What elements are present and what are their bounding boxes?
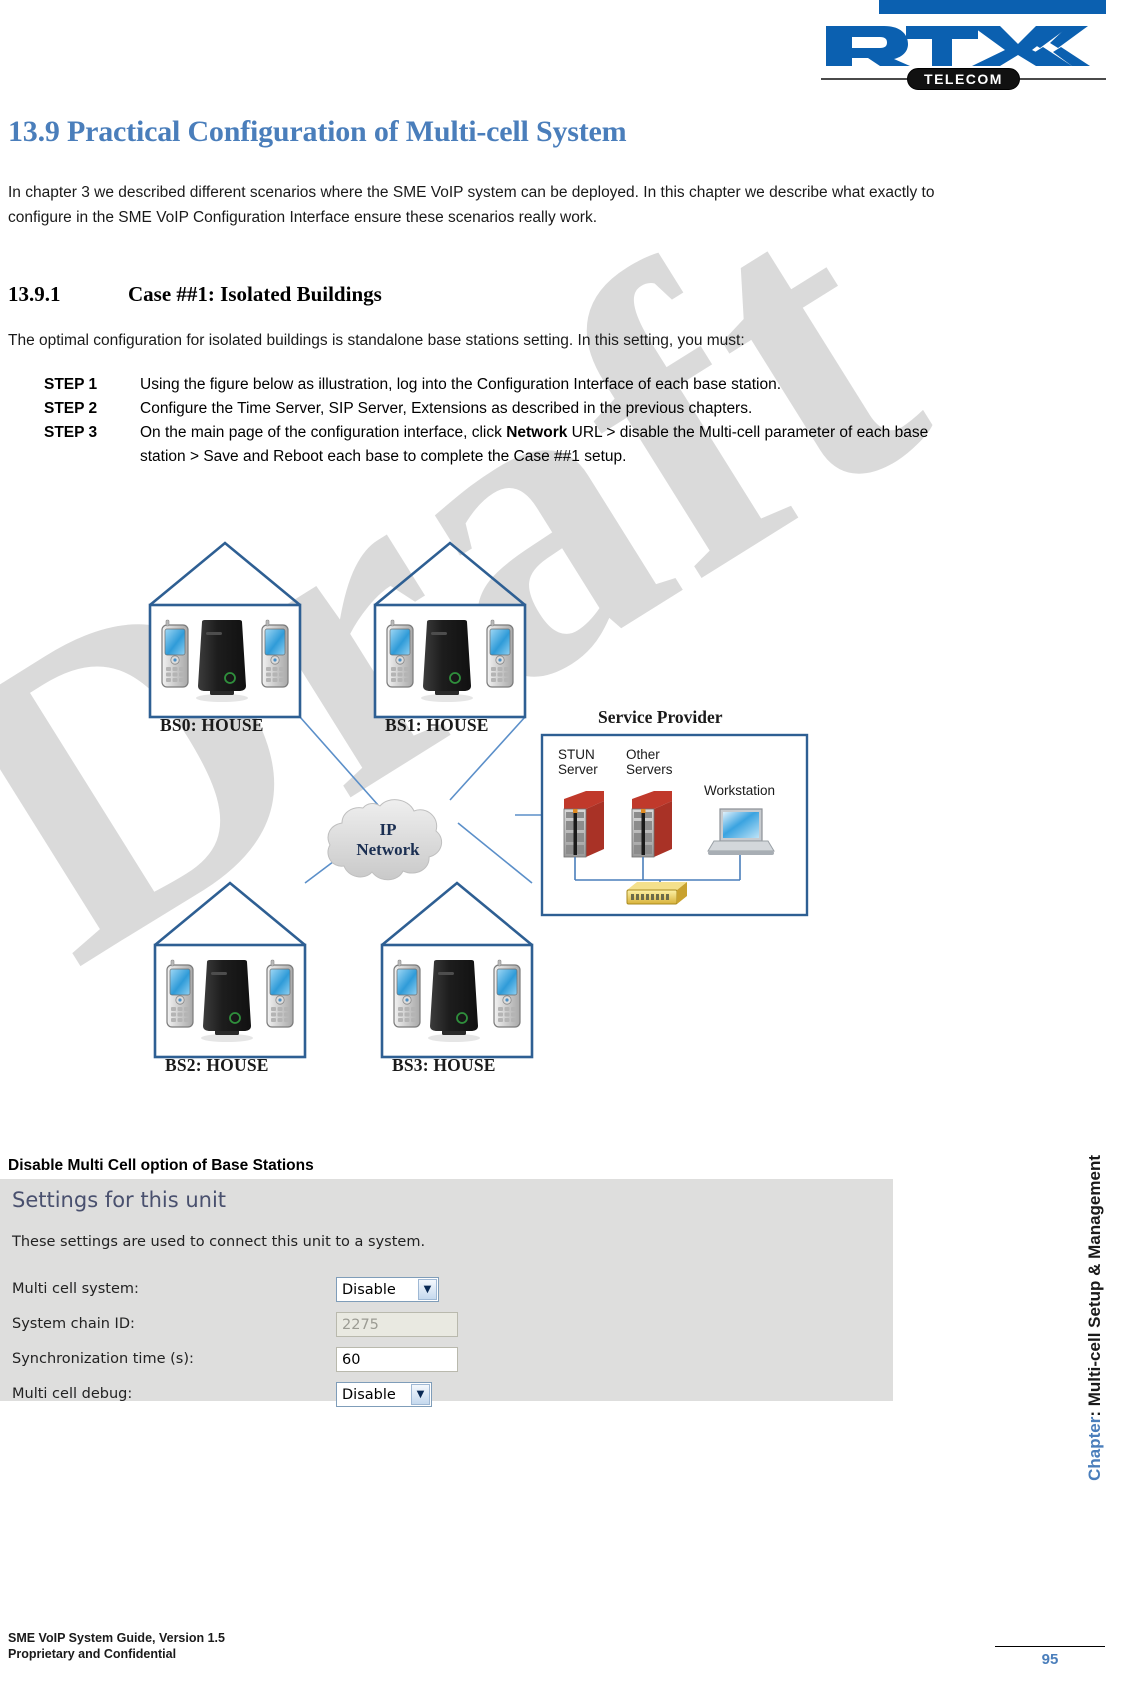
logo-rule-right xyxy=(1019,78,1107,80)
multi-cell-debug-select[interactable]: Disable Enable xyxy=(336,1382,432,1407)
subsection-title: Case ##1: Isolated Buildings xyxy=(128,282,382,306)
house-bs0 xyxy=(148,541,302,719)
system-chain-id-input[interactable] xyxy=(336,1312,458,1337)
footer: SME VoIP System Guide, Version 1.5 Propr… xyxy=(8,1630,225,1662)
section-number: 13.9 xyxy=(8,115,60,148)
house-bs1 xyxy=(373,541,527,719)
steps-list: STEP 1 Using the figure below as illustr… xyxy=(44,373,944,469)
settings-panel-description: These settings are used to connect this … xyxy=(12,1234,426,1250)
chapter-prefix: Chapter xyxy=(1085,1416,1104,1481)
network-topology-figure: BS0: HOUSE BS1: HOUSE BS2: HOUSE BS3: HO… xyxy=(120,525,850,1085)
stun-server-label: STUN Server xyxy=(558,747,598,777)
section-title: Practical Configuration of Multi-cell Sy… xyxy=(67,115,627,148)
subsection-intro: The optimal configuration for isolated b… xyxy=(8,332,745,349)
logo-blue-bar xyxy=(879,0,1106,14)
step-text-rich: On the main page of the configuration in… xyxy=(140,421,944,469)
house-bs3 xyxy=(380,881,534,1059)
step-text-bold: Network xyxy=(506,424,568,441)
synchronization-time-label: Synchronization time (s): xyxy=(12,1351,194,1367)
house-label-bs1: BS1: HOUSE xyxy=(385,715,489,735)
field-row-multi-cell-debug: Multi cell debug: Disable Enable ▼ xyxy=(12,1382,572,1410)
subsection-heading: 13.9.1 Case ##1: Isolated Buildings xyxy=(8,282,382,307)
diagram-canvas xyxy=(148,541,809,1059)
step-label: STEP 2 xyxy=(44,400,98,417)
multi-cell-system-label: Multi cell system: xyxy=(12,1281,139,1297)
logo-rule-left xyxy=(821,78,908,80)
chapter-text: : Multi-cell Setup & Management xyxy=(1085,1155,1104,1417)
step-text-before: On the main page of the configuration in… xyxy=(140,424,507,441)
step-item: STEP 2 Configure the Time Server, SIP Se… xyxy=(44,397,944,421)
rtx-wordmark-icon xyxy=(826,26,1090,66)
page-title: 13.9 Practical Configuration of Multi-ce… xyxy=(8,115,627,149)
intro-paragraph: In chapter 3 we described different scen… xyxy=(8,184,935,226)
field-row-synchronization-time: Synchronization time (s): xyxy=(12,1347,572,1375)
page-number: 95 xyxy=(995,1646,1105,1668)
settings-panel-title: Settings for this unit xyxy=(12,1188,227,1212)
logo-telecom-label: TELECOM xyxy=(907,67,1020,91)
footer-line-1: SME VoIP System Guide, Version 1.5 xyxy=(8,1631,225,1645)
chapter-sidebar-label: Chapter: Multi-cell Setup & Management xyxy=(1085,1155,1105,1481)
step-item: STEP 3 On the main page of the configura… xyxy=(44,421,944,469)
step-item: STEP 1 Using the figure below as illustr… xyxy=(44,373,944,397)
multi-cell-debug-label: Multi cell debug: xyxy=(12,1386,133,1402)
workstation-label: Workstation xyxy=(704,783,776,798)
step-text: Using the figure below as illustration, … xyxy=(140,376,782,393)
step-label: STEP 1 xyxy=(44,376,98,393)
service-provider-title: Service Provider xyxy=(598,707,723,727)
figure-caption: Disable Multi Cell option of Base Statio… xyxy=(8,1157,314,1174)
step-label: STEP 3 xyxy=(44,424,98,441)
other-servers-label: Other Servers xyxy=(626,747,673,777)
house-bs2 xyxy=(153,881,307,1059)
house-label-bs0: BS0: HOUSE xyxy=(160,715,264,735)
house-label-bs2: BS2: HOUSE xyxy=(165,1055,269,1075)
subsection-number: 13.9.1 xyxy=(8,282,61,306)
cloud-label: IP Network xyxy=(356,820,420,859)
footer-line-2: Proprietary and Confidential xyxy=(8,1647,177,1661)
synchronization-time-input[interactable] xyxy=(336,1347,458,1372)
house-label-bs3: BS3: HOUSE xyxy=(392,1055,496,1075)
system-chain-id-label: System chain ID: xyxy=(12,1316,135,1332)
multi-cell-system-select[interactable]: Disable Enable xyxy=(336,1277,439,1302)
field-row-multi-cell-system: Multi cell system: Disable Enable ▼ xyxy=(12,1277,572,1305)
field-row-system-chain-id: System chain ID: xyxy=(12,1312,572,1340)
settings-panel-screenshot: Settings for this unit These settings ar… xyxy=(0,1179,893,1407)
step-text: Configure the Time Server, SIP Server, E… xyxy=(140,400,753,417)
